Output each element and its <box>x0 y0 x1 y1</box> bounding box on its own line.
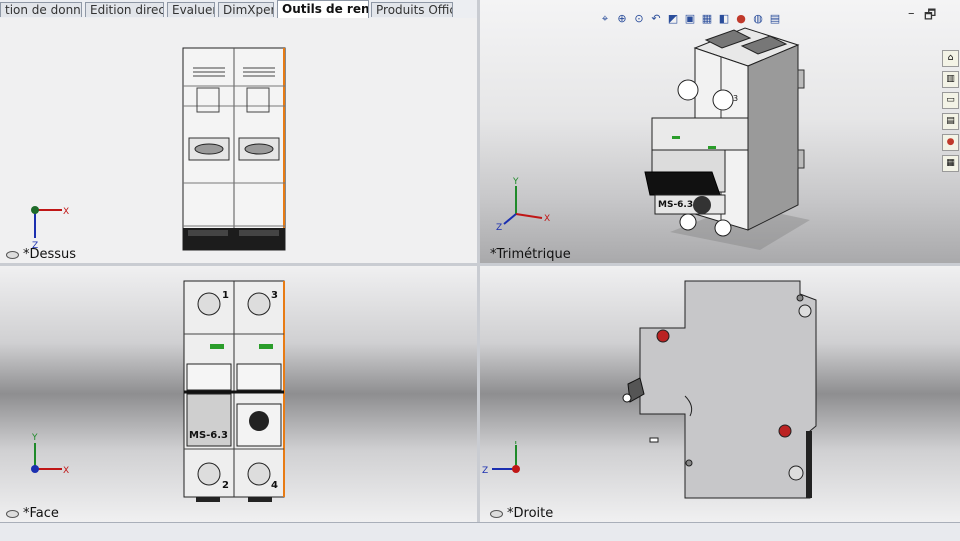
view-visibility-icon <box>6 509 19 518</box>
axis-y-label: Y <box>31 433 38 443</box>
viewport-label-front: *Face <box>6 506 59 521</box>
viewport-label-right: *Droite <box>490 506 553 521</box>
minimize-button[interactable]: – <box>908 6 915 21</box>
axis-y-label: Y <box>512 177 519 187</box>
previous-view-icon[interactable]: ↶ <box>649 12 663 26</box>
file-explorer-icon[interactable]: ▭ <box>942 92 959 109</box>
viewport-splitter-vertical[interactable] <box>477 0 480 522</box>
triad-top: X Z <box>31 206 69 248</box>
axis-x-label: X <box>544 214 550 224</box>
viewport-splitter-horizontal[interactable] <box>0 263 960 266</box>
custom-properties-icon[interactable]: ▦ <box>942 155 959 172</box>
tab-evaluate[interactable]: Evaluer <box>167 2 215 17</box>
viewport-label-top: *Dessus <box>6 247 76 262</box>
tab-dimxpert[interactable]: DimXpert <box>218 2 274 17</box>
heads-up-view-toolbar: ⌖ ⊕ ⊙ ↶ ◩ ▣ ▦ ◧ ● ◍ ▤ <box>598 7 785 26</box>
view-settings-icon[interactable]: ▤ <box>768 12 782 26</box>
command-manager-tabs: tion de données Edition directe Evaluer … <box>0 0 478 19</box>
triad-front: Y X <box>31 433 69 476</box>
appearances-icon[interactable]: ● <box>942 134 959 151</box>
axis-x-label: X <box>63 466 69 476</box>
viewport-label-trimetric: *Trimétrique <box>490 247 571 262</box>
triad-right: Y Z <box>482 441 520 476</box>
view-orientation-icon[interactable]: ▣ <box>683 12 697 26</box>
status-bar <box>0 522 960 541</box>
view-visibility-icon <box>490 509 503 518</box>
tab-direct-edit[interactable]: Edition directe <box>85 2 164 17</box>
triad-trimetric: Y X Z <box>496 177 550 233</box>
restore-button[interactable]: 🗗 <box>924 6 936 28</box>
viewport-front[interactable]: 1 3 MS-6.3 2 4 Y X *Face <box>0 266 477 522</box>
viewport-top[interactable]: X Z *Dessus <box>0 18 477 263</box>
edit-appearance-icon[interactable]: ● <box>734 12 748 26</box>
display-style-icon[interactable]: ▦ <box>700 12 714 26</box>
axis-z-label: Z <box>496 223 502 233</box>
terminal-4-label: 4 <box>271 480 278 491</box>
terminal-1-label: 1 <box>222 290 229 301</box>
home-icon[interactable]: ⌂ <box>942 50 959 67</box>
view-visibility-icon <box>6 250 19 259</box>
view-palette-icon[interactable]: ▤ <box>942 113 959 130</box>
axis-x-label: X <box>63 207 69 217</box>
design-library-icon[interactable]: ▥ <box>942 71 959 88</box>
terminal-3-label: 3 <box>733 94 738 103</box>
zoom-area-icon[interactable]: ⊕ <box>615 12 629 26</box>
axis-y-label: Y <box>512 441 519 447</box>
apply-scene-icon[interactable]: ◍ <box>751 12 765 26</box>
section-view-icon[interactable]: ◩ <box>666 12 680 26</box>
zoom-in-icon[interactable]: ⊙ <box>632 12 646 26</box>
tab-render-tools[interactable]: Outils de rendu <box>277 0 369 18</box>
tab-data-migration[interactable]: tion de données <box>0 2 82 17</box>
tab-office-products[interactable]: Produits Office <box>371 2 453 17</box>
zoom-fit-icon[interactable]: ⌖ <box>598 12 612 26</box>
viewport-right[interactable]: Y Z *Droite <box>480 266 960 522</box>
hide-show-icon[interactable]: ◧ <box>717 12 731 26</box>
viewport-trimetric[interactable]: 3 MS-6.3 Y X Z *Trimétrique <box>480 0 960 263</box>
trimetric-model-label: MS-6.3 <box>658 200 693 210</box>
right-view-model <box>622 280 817 499</box>
terminal-2-label: 2 <box>222 480 229 491</box>
terminal-3-label: 3 <box>271 290 278 301</box>
task-pane: ⌂ ▥ ▭ ▤ ● ▦ <box>942 50 960 176</box>
axis-z-label: Z <box>482 466 488 476</box>
front-model-label: MS-6.3 <box>189 430 228 441</box>
